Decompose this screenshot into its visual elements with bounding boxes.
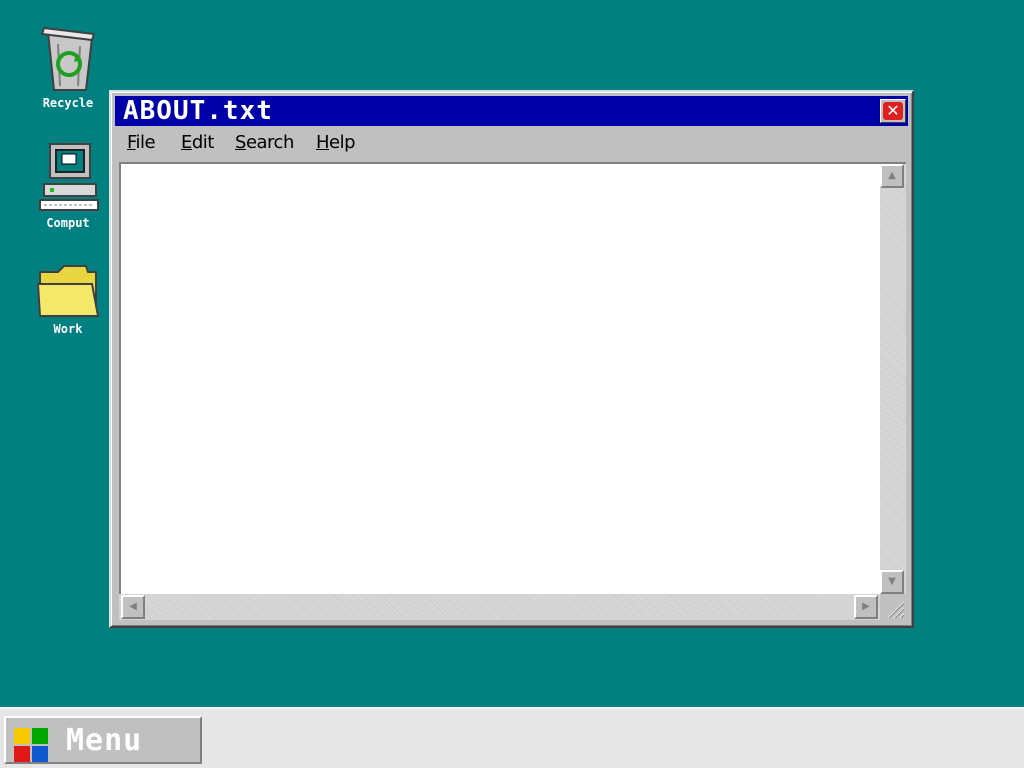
menu-bar: File Edit Search Help bbox=[115, 128, 908, 158]
computer-icon bbox=[36, 140, 100, 214]
taskbar: Menu bbox=[0, 707, 1024, 768]
logo-square bbox=[14, 746, 30, 762]
start-menu-button[interactable]: Menu bbox=[4, 716, 202, 764]
close-button[interactable]: ✕ bbox=[880, 99, 906, 123]
start-menu-label: Menu bbox=[66, 723, 143, 758]
desktop-icon-label: Work bbox=[53, 322, 83, 336]
folder-icon bbox=[36, 262, 100, 320]
menu-label: elp bbox=[329, 132, 356, 153]
recycle-bin-icon bbox=[36, 24, 100, 94]
scroll-down-button[interactable]: ▼ bbox=[880, 570, 904, 594]
desktop-icon-label: Comput bbox=[46, 216, 90, 230]
menu-label: ile bbox=[135, 132, 156, 153]
menu-label: dit bbox=[191, 132, 214, 153]
scroll-right-button[interactable]: ▶ bbox=[854, 595, 878, 619]
logo-square bbox=[14, 728, 30, 744]
scroll-left-button[interactable]: ◀ bbox=[121, 595, 145, 619]
arrow-down-icon: ▼ bbox=[888, 576, 896, 587]
menu-file[interactable]: File bbox=[127, 132, 156, 153]
desktop-icon-label: Recycle bbox=[42, 96, 94, 110]
arrow-up-icon: ▲ bbox=[888, 170, 896, 181]
arrow-right-icon: ▶ bbox=[862, 601, 870, 612]
scroll-up-button[interactable]: ▲ bbox=[880, 164, 904, 188]
text-editor-area[interactable] bbox=[119, 162, 880, 594]
desktop-icon-computer[interactable]: Comput bbox=[28, 140, 108, 230]
menu-accel: S bbox=[235, 132, 246, 153]
menu-search[interactable]: Search bbox=[235, 132, 294, 153]
menu-accel: F bbox=[127, 132, 136, 153]
menu-accel: H bbox=[316, 132, 330, 153]
window-title-bar[interactable]: ABOUT.txt ✕ bbox=[115, 96, 908, 126]
horizontal-scrollbar[interactable]: ◀ ▶ bbox=[119, 594, 880, 620]
menu-accel: E bbox=[181, 132, 192, 153]
desktop-icon-folder[interactable]: Work bbox=[28, 262, 108, 336]
logo-square bbox=[32, 746, 48, 762]
vertical-scrollbar[interactable]: ▲ ▼ bbox=[880, 162, 906, 594]
resize-grip[interactable] bbox=[880, 594, 906, 620]
notepad-window[interactable]: ABOUT.txt ✕ File Edit Search Help ▲ ▼ ◀ … bbox=[109, 90, 914, 628]
close-icon: ✕ bbox=[883, 102, 903, 120]
logo-square bbox=[32, 728, 48, 744]
menu-label: earch bbox=[245, 132, 294, 153]
window-title: ABOUT.txt bbox=[123, 96, 273, 126]
menu-edit[interactable]: Edit bbox=[181, 132, 214, 153]
start-logo-icon bbox=[14, 728, 50, 762]
resize-grip-icon bbox=[887, 601, 905, 619]
arrow-left-icon: ◀ bbox=[129, 601, 137, 612]
desktop-icon-recycle-bin[interactable]: Recycle bbox=[28, 24, 108, 110]
menu-help[interactable]: Help bbox=[316, 132, 356, 153]
